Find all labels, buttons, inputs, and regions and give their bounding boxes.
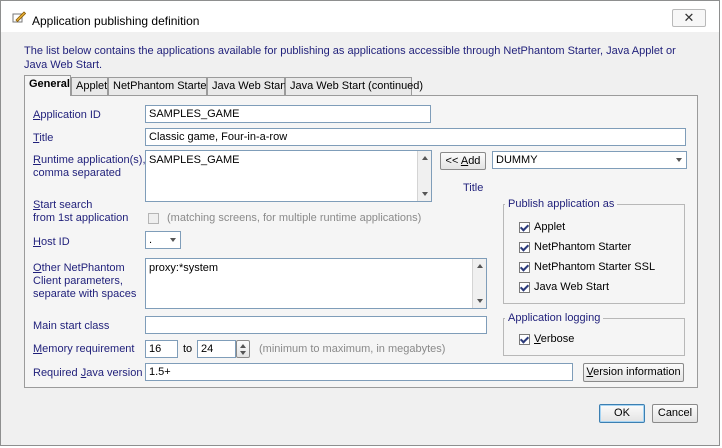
- scroll-down-arrow-icon[interactable]: [422, 192, 428, 196]
- title-caption: Title: [463, 182, 484, 194]
- tab-general[interactable]: General: [24, 75, 71, 96]
- window-title: Application publishing definition: [32, 14, 200, 28]
- host-id-dropdown-arrow-icon[interactable]: [170, 238, 176, 242]
- other-parameters-textarea[interactable]: proxy:*system: [145, 258, 487, 309]
- app-pencil-icon: [12, 11, 26, 23]
- memory-max-input[interactable]: 24: [197, 340, 236, 358]
- runtime-applications-textarea[interactable]: SAMPLES_GAME: [145, 150, 432, 202]
- add-runtime-button[interactable]: << Add: [440, 152, 486, 170]
- title-input[interactable]: Classic game, Four-in-a-row: [145, 128, 686, 146]
- main-start-class-label: Main start class: [33, 320, 110, 332]
- publish-applet-label: Applet: [534, 221, 566, 233]
- ok-button[interactable]: OK: [599, 404, 645, 423]
- close-button[interactable]: ✕: [672, 9, 706, 27]
- runtime-applications-label: Runtime application(s), comma separated: [33, 154, 146, 179]
- other-parameters-label: Other NetPhantom Client parameters, separa…: [33, 262, 137, 300]
- main-start-class-input[interactable]: [145, 316, 487, 334]
- spinner-up-icon[interactable]: [240, 344, 246, 348]
- memory-max-spinner[interactable]: [236, 340, 250, 358]
- application-id-label: Application ID: [33, 109, 101, 121]
- title-label: Title: [33, 132, 54, 144]
- publish-netphantom-starter-ssl-label: NetPhantom Starter SSL: [534, 261, 656, 273]
- memory-hint: (minimum to maximum, in megabytes): [259, 343, 446, 355]
- memory-to-label: to: [183, 343, 193, 355]
- tab-java-web-start[interactable]: Java Web Start: [207, 77, 287, 95]
- runtime-application-combo[interactable]: DUMMY: [492, 151, 687, 169]
- publish-netphantom-starter-ssl-checkbox[interactable]: [519, 262, 530, 273]
- spinner-down-icon[interactable]: [240, 351, 246, 355]
- publish-netphantom-starter-checkbox[interactable]: [519, 242, 530, 253]
- start-search-hint: (matching screens, for multiple runtime …: [167, 212, 422, 224]
- java-version-label: Required Java version: [33, 367, 143, 379]
- scroll-down-arrow-icon[interactable]: [477, 299, 483, 303]
- publish-netphantom-starter-label: NetPhantom Starter: [534, 241, 632, 253]
- host-id-label: Host ID: [33, 236, 70, 248]
- runtime-applications-scrollbar[interactable]: [417, 151, 431, 201]
- start-search-checkbox[interactable]: [148, 213, 159, 224]
- verbose-checkbox[interactable]: [519, 334, 530, 345]
- intro-text: The list below contains the applications…: [24, 45, 676, 71]
- verbose-label: Verbose: [534, 333, 575, 345]
- runtime-application-combo-value: DUMMY: [496, 154, 538, 166]
- other-parameters-scrollbar[interactable]: [472, 259, 486, 308]
- publish-application-legend: Publish application as: [505, 198, 618, 210]
- cancel-button[interactable]: Cancel: [652, 404, 698, 423]
- other-parameters-value: proxy:*system: [149, 262, 219, 274]
- application-logging-legend: Application logging: [505, 312, 604, 324]
- publish-applet-checkbox[interactable]: [519, 222, 530, 233]
- tab-java-web-start-continued[interactable]: Java Web Start (continued): [285, 77, 423, 95]
- host-id-value: .: [149, 234, 153, 246]
- memory-requirement-label: Memory requirement: [33, 343, 135, 355]
- tab-applet[interactable]: Applet: [71, 77, 108, 95]
- application-id-input[interactable]: SAMPLES_GAME: [145, 105, 431, 123]
- version-information-button[interactable]: Version information: [583, 363, 684, 382]
- publish-java-web-start-checkbox[interactable]: [519, 282, 530, 293]
- runtime-applications-value: SAMPLES_GAME: [149, 154, 240, 166]
- start-search-label: Start search from 1st application: [33, 199, 129, 224]
- combo-dropdown-arrow-icon[interactable]: [676, 158, 682, 162]
- tab-netphantom-starter[interactable]: NetPhantom Starter: [108, 77, 210, 95]
- scroll-up-arrow-icon[interactable]: [422, 156, 428, 160]
- memory-min-input[interactable]: 16: [145, 340, 178, 358]
- publish-java-web-start-label: Java Web Start: [534, 281, 609, 293]
- java-version-input[interactable]: 1.5+: [145, 363, 573, 381]
- scroll-up-arrow-icon[interactable]: [477, 264, 483, 268]
